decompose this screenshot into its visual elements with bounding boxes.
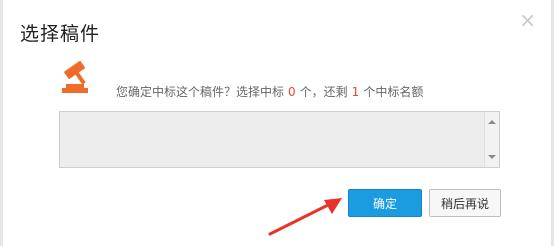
message-text-1: 您确定中标这个稿件？选择中标: [116, 85, 285, 99]
scroll-up-icon[interactable]: [488, 120, 496, 124]
red-arrow-annotation: [268, 198, 342, 236]
confirm-button[interactable]: 确定: [348, 189, 422, 217]
selected-count: 0: [288, 85, 296, 99]
confirm-message: 您确定中标这个稿件？选择中标 0 个，还剩 1 个中标名额: [116, 83, 423, 100]
comment-box: [59, 111, 500, 168]
scroll-down-icon[interactable]: [488, 155, 496, 159]
dialog-title: 选择稿件: [20, 23, 101, 45]
message-text-2: 个，还剩: [299, 85, 348, 99]
later-button[interactable]: 稍后再说: [429, 189, 501, 217]
close-icon[interactable]: ×: [519, 10, 536, 30]
message-text-3: 个中标名额: [363, 85, 424, 99]
remaining-count: 1: [351, 85, 360, 99]
comment-textarea[interactable]: [60, 112, 485, 167]
background-edge-left: [0, 0, 3, 246]
textarea-scrollbar[interactable]: [484, 112, 499, 167]
gavel-icon: [62, 60, 88, 93]
